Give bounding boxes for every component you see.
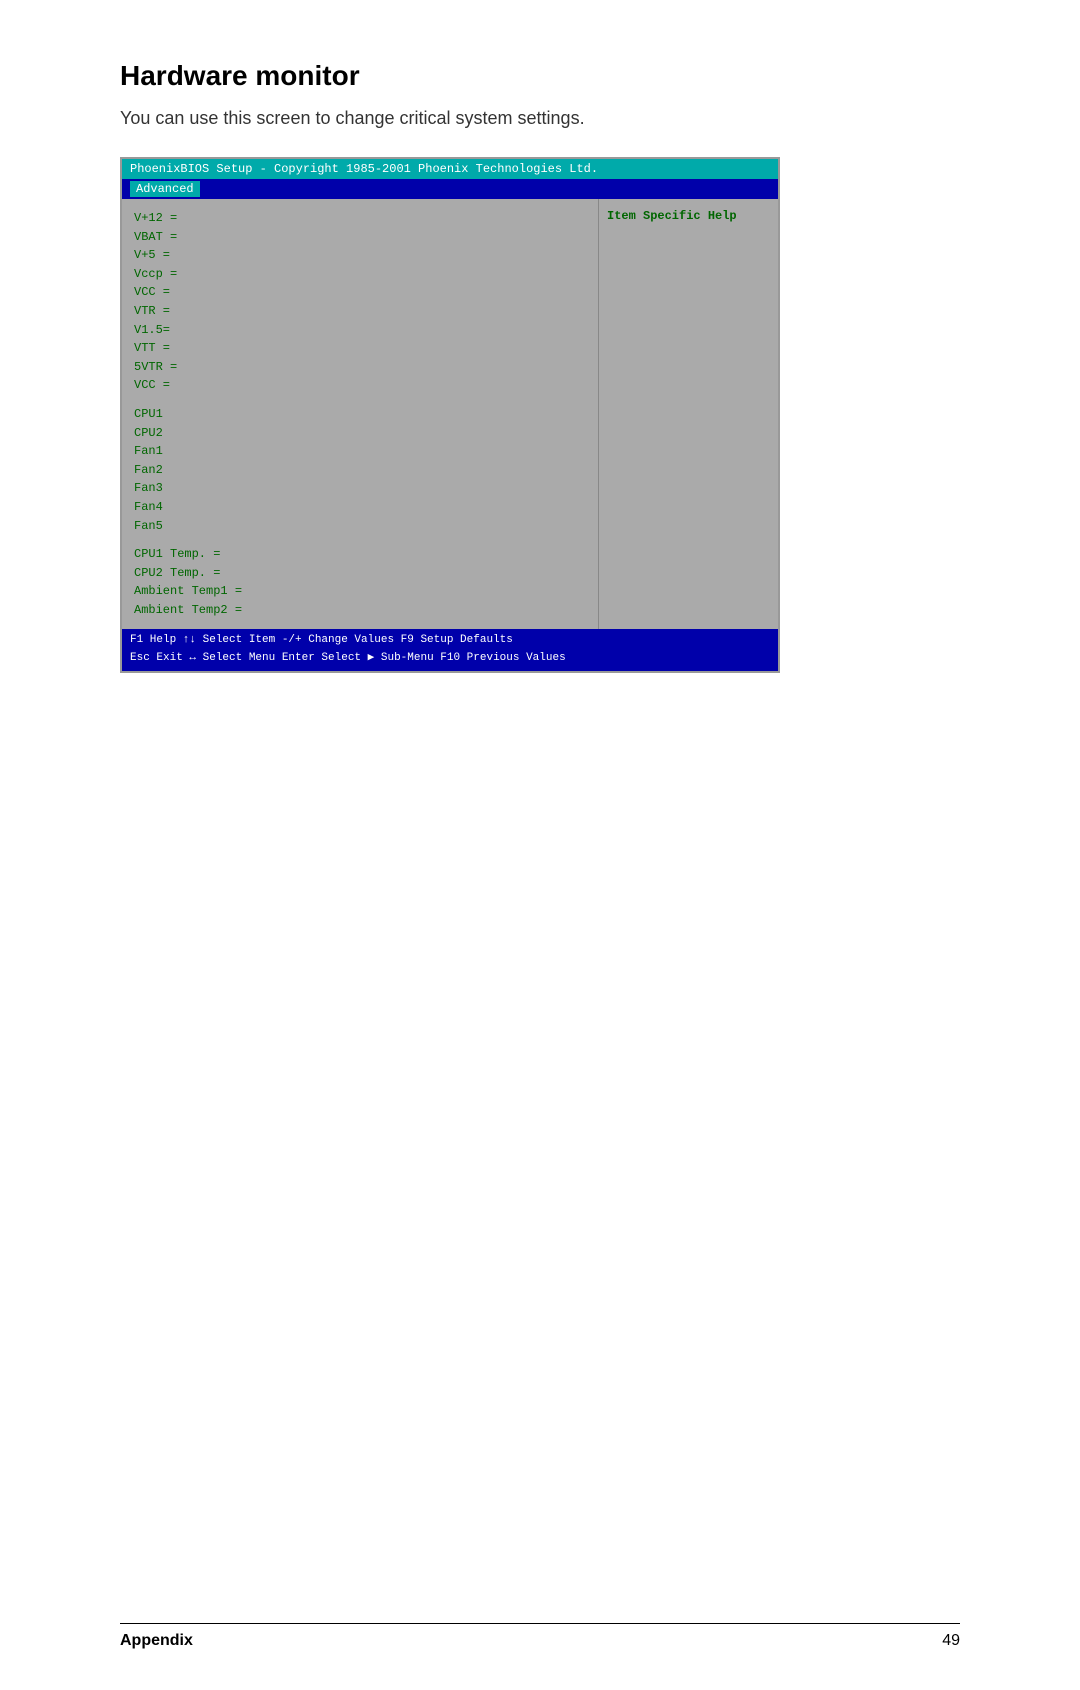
bios-item-fan4: Fan4 (134, 498, 586, 517)
bios-item-vtr: VTR = (134, 302, 586, 321)
bios-item-cpu2: CPU2 (134, 424, 586, 443)
voltage-section: V+12 = VBAT = V+5 = Vccp = VCC = VTR = V… (134, 209, 586, 395)
bios-item-fan3: Fan3 (134, 479, 586, 498)
bios-title-bar: PhoenixBIOS Setup - Copyright 1985-2001 … (122, 159, 778, 179)
bios-active-menu-item[interactable]: Advanced (130, 181, 200, 197)
bios-item-fan1: Fan1 (134, 442, 586, 461)
bios-item-vccp: Vccp = (134, 265, 586, 284)
bios-item-v12: V+12 = (134, 209, 586, 228)
page-subtitle: You can use this screen to change critic… (120, 108, 960, 129)
bios-item-ambient-temp2: Ambient Temp2 = (134, 601, 586, 620)
bios-item-ambient-temp1: Ambient Temp1 = (134, 582, 586, 601)
page-footer: Appendix 49 (120, 1623, 960, 1650)
bios-item-vtt: VTT = (134, 339, 586, 358)
bios-item-cpu1: CPU1 (134, 405, 586, 424)
bios-menu-bar: Advanced (122, 179, 778, 199)
footer-page-number: 49 (942, 1632, 960, 1650)
bios-item-vcc1: VCC = (134, 283, 586, 302)
footer-appendix-label: Appendix (120, 1632, 193, 1650)
bios-item-5vtr: 5VTR = (134, 358, 586, 377)
bios-footer: F1 Help ↑↓ Select Item -/+ Change Values… (122, 629, 778, 670)
bios-item-fan2: Fan2 (134, 461, 586, 480)
bios-footer-line2: Esc Exit ↔ Select Menu Enter Select ▶ Su… (130, 650, 770, 668)
bios-footer-line1: F1 Help ↑↓ Select Item -/+ Change Values… (130, 632, 770, 650)
bios-main-area: V+12 = VBAT = V+5 = Vccp = VCC = VTR = V… (122, 199, 778, 629)
bios-item-vcc2: VCC = (134, 376, 586, 395)
bios-item-cpu2-temp: CPU2 Temp. = (134, 564, 586, 583)
temp-section: CPU1 Temp. = CPU2 Temp. = Ambient Temp1 … (134, 545, 586, 619)
cpu-fan-section: CPU1 CPU2 Fan1 Fan2 Fan3 Fan4 Fan5 (134, 405, 586, 535)
bios-help-title: Item Specific Help (607, 209, 770, 223)
bios-item-v15: V1.5= (134, 321, 586, 340)
bios-screen: PhoenixBIOS Setup - Copyright 1985-2001 … (120, 157, 780, 673)
bios-item-cpu1-temp: CPU1 Temp. = (134, 545, 586, 564)
bios-item-vbat: VBAT = (134, 228, 586, 247)
bios-right-panel: Item Specific Help (598, 199, 778, 629)
bios-left-panel: V+12 = VBAT = V+5 = Vccp = VCC = VTR = V… (122, 199, 598, 629)
bios-item-v5: V+5 = (134, 246, 586, 265)
bios-item-fan5: Fan5 (134, 517, 586, 536)
page-title: Hardware monitor (120, 60, 960, 92)
